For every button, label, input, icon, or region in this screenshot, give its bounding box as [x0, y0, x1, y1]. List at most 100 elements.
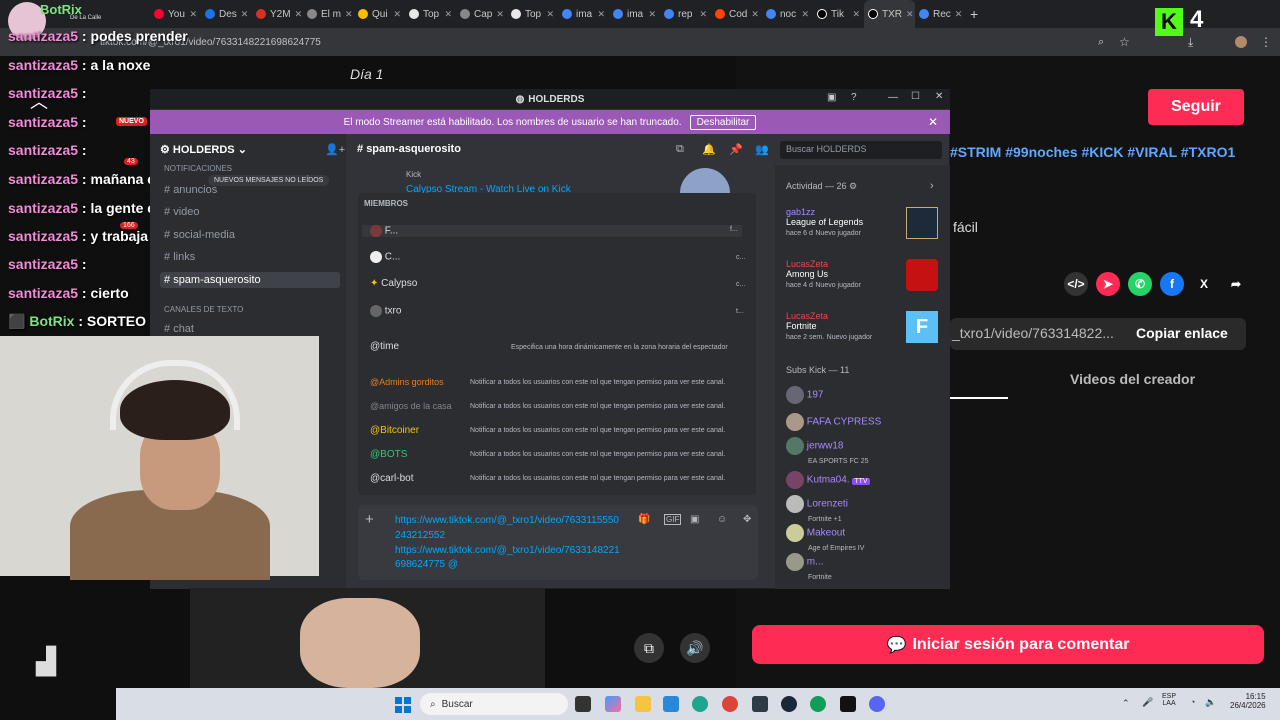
channel-spam-asquerosito[interactable]: # spam-asquerosito	[160, 272, 340, 288]
embed-icon[interactable]: </>	[1064, 272, 1088, 296]
server-name[interactable]: ⚙ HOLDERDS ⌄	[160, 143, 247, 156]
pip-icon[interactable]: ⧉	[634, 633, 664, 663]
role-option[interactable]: @Bitcoiner	[370, 425, 419, 436]
wifi-icon[interactable]: ◔	[1190, 697, 1195, 707]
apps-icon[interactable]: ✥	[743, 514, 751, 525]
close-icon[interactable]: ✕	[648, 9, 656, 20]
browser-tab[interactable]: ima ✕	[609, 0, 660, 28]
login-to-comment-button[interactable]: 💬 Iniciar sesión para comentar	[752, 625, 1264, 664]
close-icon[interactable]: ✕	[597, 9, 605, 20]
section-text-channels[interactable]: CANALES DE TEXTO	[164, 305, 243, 314]
speaker-icon[interactable]: 🔈	[1205, 697, 1216, 708]
chevron-up-icon[interactable]: ︿	[30, 88, 48, 114]
activity-card[interactable]: LucasZeta Fortnite hace 2 sem. Nuevo jugad…	[786, 311, 872, 341]
help-icon[interactable]: ?	[851, 92, 857, 103]
taskbar-search[interactable]: ⌕ Buscar	[420, 693, 568, 715]
zoom-icon[interactable]: ⌕	[1098, 36, 1104, 49]
browser-tab[interactable]: Top ✕	[507, 0, 558, 28]
channel-video[interactable]: # video	[164, 206, 199, 218]
chrome-icon[interactable]	[810, 696, 826, 712]
role-option[interactable]: @Admins gorditos	[370, 377, 444, 387]
video-link[interactable]: _txro1/video/763314822...	[952, 325, 1114, 341]
chevron-right-icon[interactable]: ›	[930, 180, 934, 192]
role-option[interactable]: @carl-bot	[370, 473, 414, 484]
member-item[interactable]: Makeout Age of Empires IV	[786, 524, 864, 553]
member-item[interactable]: Lorenzeti Fortnite +1	[786, 495, 848, 524]
gift-icon[interactable]: 🎁	[638, 514, 650, 525]
threads-icon[interactable]: ⧉	[676, 143, 684, 156]
store-icon[interactable]	[663, 696, 679, 712]
channel-chat[interactable]: # chat	[164, 323, 194, 335]
browser-tab[interactable]: ima ✕	[558, 0, 609, 28]
member-option[interactable]: C...	[370, 251, 400, 263]
volume-icon[interactable]: 🔊	[680, 633, 710, 663]
send-icon[interactable]: ➤	[1096, 272, 1120, 296]
member-option[interactable]: txro	[370, 305, 401, 317]
bell-icon[interactable]: 🔔	[702, 143, 716, 156]
whatsapp-icon[interactable]: ✆	[1128, 272, 1152, 296]
section-notificaciones[interactable]: NOTIFICACIONES	[164, 164, 232, 173]
activity-card[interactable]: gab1zz League of Legends hace 6 d Nuevo ju…	[786, 207, 863, 237]
chrome-icon[interactable]	[722, 696, 738, 712]
new-tab-icon[interactable]: +	[970, 6, 978, 22]
members-icon[interactable]: 👥	[755, 143, 769, 156]
language-indicator[interactable]: ESP LAA	[1162, 693, 1176, 707]
bookmark-star-icon[interactable]: ☆	[1119, 35, 1130, 49]
add-member-icon[interactable]: 👤+	[325, 143, 345, 156]
emoji-icon[interactable]: ☺	[717, 514, 727, 525]
close-icon[interactable]: ✕	[241, 9, 249, 20]
close-icon[interactable]: ✕	[801, 9, 809, 20]
search-input[interactable]: Buscar HOLDERDS	[780, 141, 942, 159]
discord-icon[interactable]	[869, 696, 885, 712]
attach-plus-icon[interactable]: +	[365, 511, 374, 528]
close-icon[interactable]: ✕	[852, 9, 860, 20]
member-option[interactable]: F... f...	[362, 225, 742, 237]
follow-button[interactable]: Seguir	[1148, 89, 1244, 125]
maximize-icon[interactable]: ☐	[911, 91, 920, 102]
sticker-icon[interactable]: ▣	[690, 514, 699, 525]
member-item[interactable]: jerww18 EA SPORTS FC 25	[786, 437, 869, 466]
app-icon[interactable]	[752, 696, 768, 712]
x-icon[interactable]: X	[1192, 272, 1216, 296]
tray-chevron-icon[interactable]: ⌃	[1122, 698, 1130, 709]
browser-tab[interactable]: Tik ✕	[813, 0, 864, 28]
member-option[interactable]: ✦ Calypso	[370, 278, 417, 289]
tab-creator-videos[interactable]: Videos del creador	[1070, 371, 1195, 387]
time-option[interactable]: @time	[370, 341, 399, 352]
hashtags[interactable]: #STRIM #99noches #KICK #VIRAL #TXRO1	[950, 144, 1235, 160]
download-icon[interactable]: ⤓	[1188, 35, 1193, 50]
close-icon[interactable]: ✕	[955, 9, 963, 20]
activity-card[interactable]: LucasZeta Among Us hace 4 d Nuevo jugador	[786, 259, 861, 289]
browser-tab[interactable]: El m ✕	[303, 0, 354, 28]
member-item[interactable]: 197	[786, 386, 823, 404]
close-icon[interactable]: ✕	[751, 9, 759, 20]
browser-tab[interactable]: Des ✕	[201, 0, 252, 28]
disable-streamer-button[interactable]: Deshabilitar	[689, 114, 757, 130]
channel-anuncios[interactable]: # anuncios	[164, 184, 217, 196]
role-option[interactable]: @BOTS	[370, 449, 407, 460]
pin-icon[interactable]: 📌	[729, 143, 743, 156]
menu-dots-icon[interactable]: ⋮	[1260, 35, 1272, 49]
member-item[interactable]: Kutma04. TTV	[786, 471, 870, 489]
close-icon[interactable]: ✕	[393, 9, 401, 20]
gif-icon[interactable]: GIF	[664, 514, 682, 525]
member-item[interactable]: FAFA CYPRESS	[786, 413, 881, 431]
member-item[interactable]: m... Fortnite	[786, 553, 832, 582]
unread-pill[interactable]: NUEVOS MENSAJES NO LEÍDOS	[208, 175, 330, 186]
close-icon[interactable]: ✕	[496, 9, 504, 20]
taskview-icon[interactable]	[575, 696, 591, 712]
browser-tab[interactable]: You ✕	[150, 0, 201, 28]
close-window-icon[interactable]: ✕	[935, 91, 943, 102]
browser-tab[interactable]: noc ✕	[762, 0, 813, 28]
browser-tab[interactable]: rep ✕	[660, 0, 711, 28]
browser-tab[interactable]: Cap ✕	[456, 0, 507, 28]
steam-icon[interactable]	[781, 696, 797, 712]
close-icon[interactable]: ✕	[906, 9, 914, 20]
explorer-icon[interactable]	[635, 696, 651, 712]
close-icon[interactable]: ✕	[345, 9, 353, 20]
edge-icon[interactable]	[692, 696, 708, 712]
channel-links[interactable]: # links	[164, 251, 195, 263]
close-icon[interactable]: ✕	[295, 9, 303, 20]
browser-tab[interactable]: Qui ✕	[354, 0, 405, 28]
close-icon[interactable]: ✕	[189, 9, 197, 20]
